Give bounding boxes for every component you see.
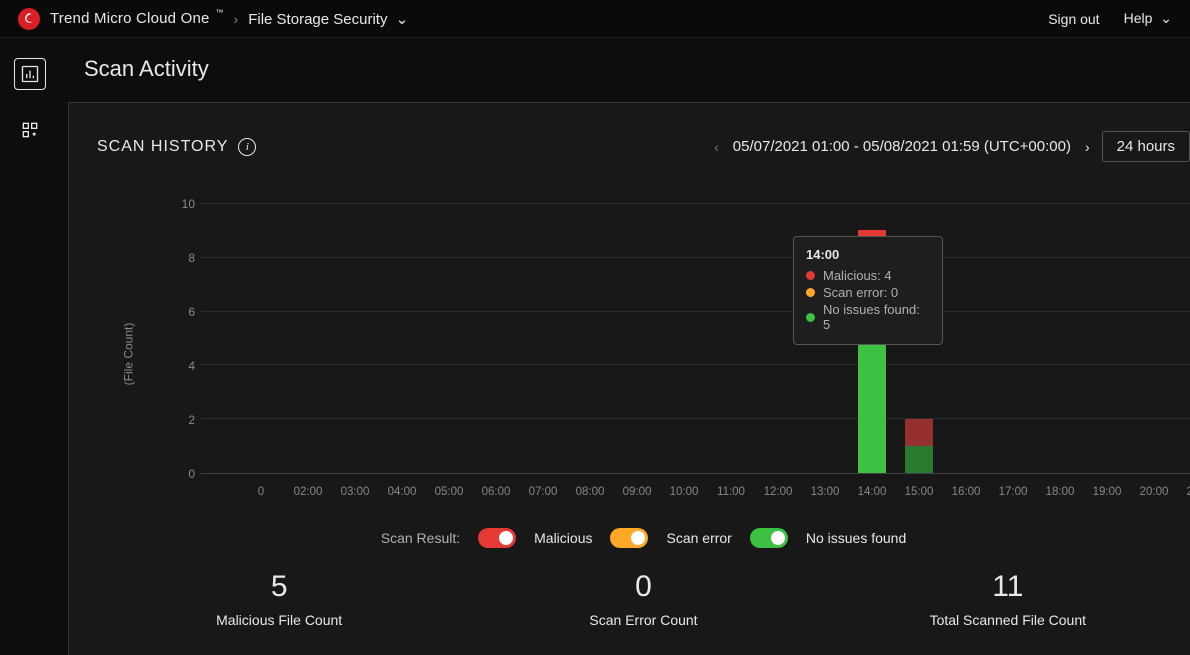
date-range-text: 05/07/2021 01:00 - 05/08/2021 01:59 (UTC… (733, 138, 1071, 155)
info-icon[interactable]: i (238, 138, 256, 156)
stat-total-label: Total Scanned File Count (826, 612, 1190, 628)
stat-error-value: 0 (461, 570, 825, 604)
x-tick: 02:00 (294, 486, 323, 498)
y-tick: 8 (165, 251, 195, 265)
tooltip-time: 14:00 (806, 247, 926, 262)
range-next-button[interactable]: › (1085, 139, 1090, 155)
stat-error-label: Scan Error Count (461, 612, 825, 628)
chevron-down-icon: ⌄ (1160, 10, 1172, 26)
page-title: Scan Activity (60, 38, 1190, 102)
legend-malicious: Malicious (534, 530, 592, 546)
stat-malicious-label: Malicious File Count (97, 612, 461, 628)
x-tick: 08:00 (576, 486, 605, 498)
dot-orange-icon (806, 288, 815, 297)
legend-no-issues: No issues found (806, 530, 906, 546)
toggle-malicious[interactable] (478, 528, 516, 548)
swirl-icon (22, 12, 36, 26)
scan-history-chart: (File Count) 0246810 002:0003:0004:0005:… (97, 204, 1190, 504)
range-selector-label: 24 hours (1117, 138, 1175, 155)
x-tick: 12:00 (764, 486, 793, 498)
x-tick: 16:00 (952, 486, 981, 498)
x-tick: 17:00 (999, 486, 1028, 498)
bar-chart-icon (20, 64, 40, 84)
x-tick: 03:00 (341, 486, 370, 498)
dot-green-icon (806, 313, 815, 322)
chevron-down-icon: ⌄ (396, 11, 409, 28)
y-tick: 0 (165, 467, 195, 481)
x-tick: 04:00 (388, 486, 417, 498)
x-tick: 10:00 (670, 486, 699, 498)
scan-history-panel: SCAN HISTORY i ‹ 05/07/2021 01:00 - 05/0… (68, 102, 1190, 655)
breadcrumb-service[interactable]: File Storage Security ⌄ (248, 10, 408, 28)
grid-dots-icon (20, 120, 40, 140)
sign-out-link[interactable]: Sign out (1048, 11, 1099, 27)
panel-title: SCAN HISTORY (97, 138, 228, 156)
x-tick: 19:00 (1093, 486, 1122, 498)
brand-logo (18, 8, 40, 30)
legend-scan-error: Scan error (666, 530, 731, 546)
x-tick: 14:00 (858, 486, 887, 498)
stat-malicious: 5 Malicious File Count (97, 570, 461, 628)
y-tick: 4 (165, 359, 195, 373)
x-tick: 07:00 (529, 486, 558, 498)
x-tick: 05:00 (435, 486, 464, 498)
stat-total-value: 11 (826, 570, 1190, 604)
brand-name: Trend Micro Cloud One (50, 10, 210, 27)
top-bar: Trend Micro Cloud One ™ › File Storage S… (0, 0, 1190, 38)
x-tick: 06:00 (482, 486, 511, 498)
toggle-scan-error[interactable] (610, 528, 648, 548)
tooltip-no-issues: No issues found: 5 (823, 302, 926, 332)
range-prev-button[interactable]: ‹ (714, 139, 719, 155)
x-tick: 09:00 (623, 486, 652, 498)
stat-malicious-value: 5 (97, 570, 461, 604)
sidebar (0, 38, 60, 655)
x-axis: 0 02:00 03:00 04:00 05:00 06:00 07:00 08:00 09:0… (201, 480, 1190, 504)
y-tick: 2 (165, 413, 195, 427)
stat-error: 0 Scan Error Count (461, 570, 825, 628)
tooltip-malicious: Malicious: 4 (823, 268, 892, 283)
sidebar-stacks[interactable] (14, 114, 46, 146)
stat-total: 11 Total Scanned File Count (826, 570, 1190, 628)
range-selector[interactable]: 24 hours (1102, 131, 1190, 162)
chevron-right-icon: › (234, 11, 239, 27)
help-label: Help (1124, 10, 1153, 26)
x-tick: 11:00 (717, 486, 745, 498)
y-axis: 0246810 (165, 204, 195, 474)
x-tick: 18:00 (1046, 486, 1075, 498)
trademark: ™ (216, 8, 224, 17)
toggle-no-issues[interactable] (750, 528, 788, 548)
legend-prefix: Scan Result: (381, 530, 460, 546)
x-tick: 15:00 (905, 486, 934, 498)
chart-legend: Scan Result: Malicious Scan error No iss… (97, 528, 1190, 548)
x-tick: 20:00 (1140, 486, 1169, 498)
date-range-nav: ‹ 05/07/2021 01:00 - 05/08/2021 01:59 (U… (714, 138, 1090, 155)
summary-stats: 5 Malicious File Count 0 Scan Error Coun… (97, 570, 1190, 628)
chart-plot-area (201, 204, 1190, 474)
tooltip-scan-error: Scan error: 0 (823, 285, 898, 300)
x-tick: 13:00 (811, 486, 840, 498)
dot-red-icon (806, 271, 815, 280)
y-tick: 6 (165, 305, 195, 319)
breadcrumb-label: File Storage Security (248, 11, 387, 28)
x-tick: 0 (258, 486, 264, 498)
sidebar-scan-activity[interactable] (14, 58, 46, 90)
help-menu[interactable]: Help ⌄ (1124, 10, 1172, 27)
y-axis-label: (File Count) (121, 323, 135, 386)
x-tick: 21:00 (1187, 486, 1190, 498)
chart-bar[interactable] (905, 419, 933, 473)
y-tick: 10 (165, 197, 195, 211)
chart-tooltip: 14:00 Malicious: 4 Scan error: 0 No issu… (793, 236, 943, 345)
